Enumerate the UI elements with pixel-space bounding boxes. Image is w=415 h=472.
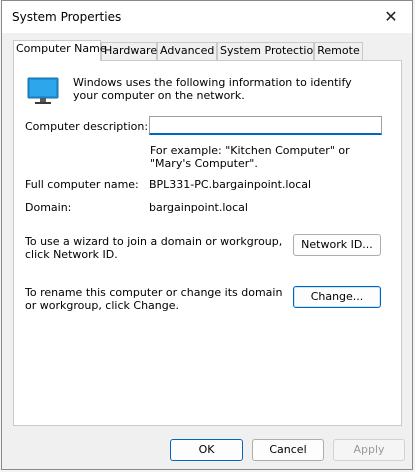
computer-description-input[interactable] (149, 116, 382, 135)
network-id-instructions: To use a wizard to join a domain or work… (25, 235, 283, 261)
rename-instructions: To rename this computer or change its do… (25, 286, 283, 312)
computer-monitor-icon (27, 77, 59, 104)
title-bar[interactable]: System Properties ✕ (2, 1, 412, 33)
full-computer-name-label: Full computer name: (25, 178, 139, 191)
tab-computer-name[interactable]: Computer Name (13, 40, 107, 61)
cancel-button[interactable]: Cancel (252, 439, 324, 461)
change-button[interactable]: Change... (293, 286, 381, 308)
domain-label: Domain: (25, 201, 72, 214)
computer-name-panel: Windows uses the following information t… (13, 60, 402, 426)
system-properties-dialog: System Properties ✕ Computer Name Hardwa… (1, 0, 413, 470)
window-title: System Properties (12, 10, 122, 24)
dialog-button-bar: OK Cancel Apply (2, 431, 412, 471)
tab-hardware[interactable]: Hardware (101, 42, 157, 60)
full-computer-name-value: BPL331-PC.bargainpoint.local (149, 178, 312, 191)
network-id-button[interactable]: Network ID... (293, 234, 381, 256)
intro-text: Windows uses the following information t… (73, 76, 352, 102)
ok-button[interactable]: OK (170, 439, 243, 461)
tab-advanced[interactable]: Advanced (157, 42, 217, 60)
apply-button[interactable]: Apply (333, 439, 405, 461)
computer-description-label: Computer description: (25, 120, 149, 133)
tab-remote[interactable]: Remote (314, 42, 363, 60)
tab-system-protection[interactable]: System Protection (217, 42, 320, 60)
domain-value: bargainpoint.local (149, 201, 248, 214)
close-icon[interactable]: ✕ (380, 6, 402, 28)
description-example-text: For example: "Kitchen Computer" or "Mary… (150, 144, 350, 170)
